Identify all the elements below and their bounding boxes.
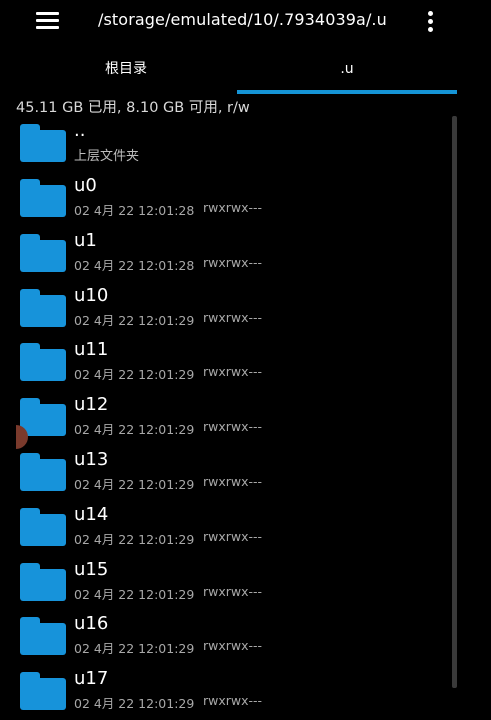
folder-icon: [20, 672, 66, 711]
folder-icon: [20, 288, 66, 327]
folder-row[interactable]: u11 02 4月 22 12:01:29 rwxrwx---: [0, 333, 450, 388]
folder-date: 02 4月 22 12:01:29: [74, 641, 195, 657]
folder-permissions: rwxrwx---: [203, 309, 263, 325]
folder-date: 02 4月 22 12:01:29: [74, 531, 195, 547]
folder-permissions: rwxrwx---: [203, 528, 263, 544]
folder-icon: [20, 562, 66, 601]
folder-icon: [20, 453, 66, 491]
folder-icon: [20, 507, 66, 546]
folder-permissions: rwxrwx---: [203, 364, 263, 380]
folder-name: u12: [74, 394, 109, 416]
folder-row[interactable]: u17 02 4月 22 12:01:29 rwxrwx---: [0, 662, 450, 717]
file-list: .. 上层文件夹 u0 02 4月 22 12:01:28 rwxrwx--- u1 0…: [0, 114, 491, 720]
folder-icon: [20, 179, 66, 217]
folder-row[interactable]: u10 02 4月 22 12:01:29 rwxrwx---: [0, 279, 450, 334]
folder-name: u0: [74, 175, 97, 196]
folder-date: 02 4月 22 12:01:29: [74, 312, 195, 328]
folder-date: 02 4月 22 12:01:29: [74, 422, 195, 438]
folder-icon: [20, 398, 66, 437]
parent-folder-subtitle: 上层文件夹: [74, 149, 140, 164]
folder-date: 02 4月 22 12:01:29: [74, 367, 195, 383]
folder-icon: [20, 617, 66, 656]
folder-row[interactable]: u14 02 4月 22 12:01:29 rwxrwx---: [0, 498, 450, 553]
tab-current-folder[interactable]: .u: [237, 52, 457, 92]
folder-date: 02 4月 22 12:01:29: [74, 696, 195, 712]
active-tab-indicator: [237, 90, 457, 94]
parent-folder-row[interactable]: .. 上层文件夹: [0, 114, 450, 169]
folder-date: 02 4月 22 12:01:28: [74, 203, 195, 218]
folder-row[interactable]: u0 02 4月 22 12:01:28 rwxrwx---: [0, 169, 450, 224]
folder-icon: [20, 343, 66, 382]
folder-permissions: rwxrwx---: [203, 254, 263, 270]
folder-row[interactable]: u16 02 4月 22 12:01:29 rwxrwx---: [0, 607, 450, 662]
more-vert-icon[interactable]: [420, 10, 442, 34]
folder-date: 02 4月 22 12:01:29: [74, 586, 195, 602]
hamburger-menu-icon[interactable]: [36, 12, 60, 30]
parent-folder-name: ..: [74, 120, 86, 141]
current-path-title: /storage/emulated/10/.7934039a/.u: [98, 10, 387, 29]
top-toolbar: /storage/emulated/10/.7934039a/.u: [0, 0, 491, 42]
folder-permissions: rwxrwx---: [203, 638, 263, 654]
folder-name: u16: [74, 613, 109, 635]
scrollbar[interactable]: [452, 116, 457, 688]
folder-permissions: rwxrwx---: [203, 474, 263, 489]
folder-permissions: rwxrwx---: [203, 419, 263, 435]
folder-name: u17: [74, 668, 109, 690]
folder-name: u11: [74, 339, 109, 361]
path-tabs: 根目录 .u: [0, 52, 491, 94]
folder-name: u15: [74, 558, 109, 580]
folder-row[interactable]: u13 02 4月 22 12:01:29 rwxrwx---: [0, 443, 450, 498]
tab-root[interactable]: 根目录: [16, 52, 236, 92]
folder-icon: [20, 233, 66, 272]
folder-row[interactable]: u12 02 4月 22 12:01:29 rwxrwx---: [0, 388, 450, 443]
folder-permissions: rwxrwx---: [203, 583, 263, 599]
folder-icon: [20, 124, 66, 162]
folder-name: u10: [74, 284, 109, 306]
folder-name: u14: [74, 503, 109, 525]
folder-name: u13: [74, 449, 109, 470]
folder-date: 02 4月 22 12:01:29: [74, 477, 195, 492]
folder-permissions: rwxrwx---: [203, 200, 263, 215]
folder-row[interactable]: u15 02 4月 22 12:01:29 rwxrwx---: [0, 553, 450, 608]
folder-permissions: rwxrwx---: [203, 693, 263, 709]
folder-row[interactable]: u1 02 4月 22 12:01:28 rwxrwx---: [0, 224, 450, 279]
folder-name: u1: [74, 229, 97, 251]
folder-date: 02 4月 22 12:01:28: [74, 257, 195, 273]
